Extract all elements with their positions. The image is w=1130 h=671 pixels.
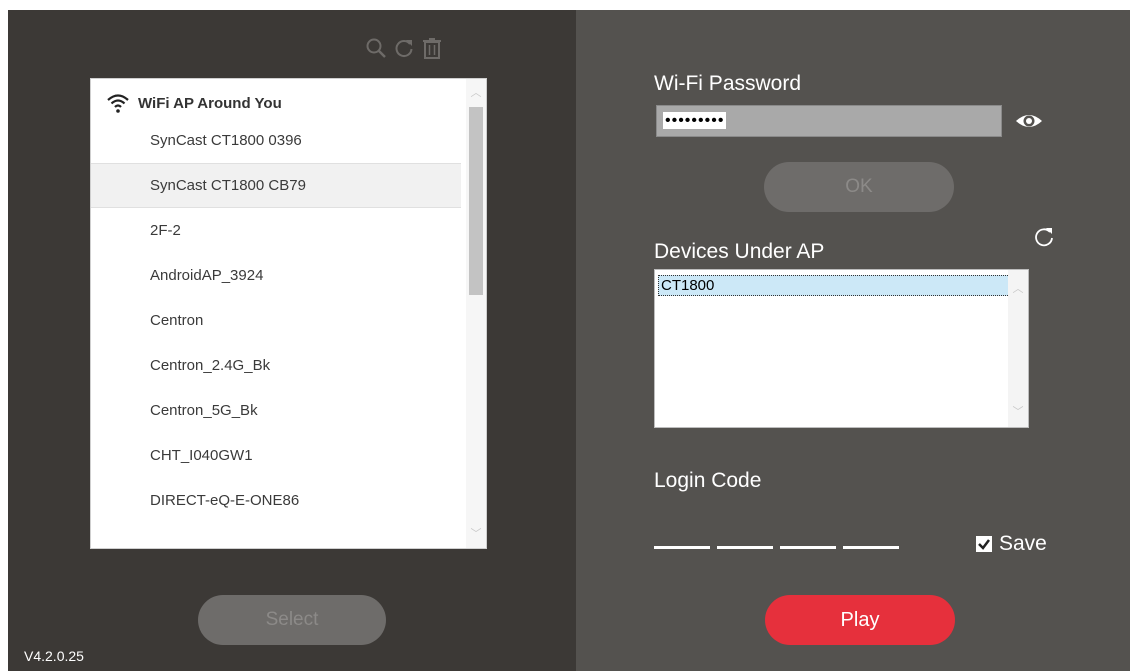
wifi-icon bbox=[107, 94, 129, 113]
left-panel: WiFi AP Around You SynCast CT1800 0396 S… bbox=[8, 10, 576, 671]
refresh-icon[interactable] bbox=[393, 36, 415, 60]
select-button[interactable]: Select bbox=[198, 595, 386, 645]
password-label: Wi-Fi Password bbox=[654, 72, 802, 95]
list-item-selected[interactable]: SynCast CT1800 CB79 bbox=[91, 163, 461, 208]
save-checkbox[interactable]: Save bbox=[976, 532, 1047, 556]
version-label: V4.2.0.25 bbox=[24, 648, 84, 664]
wifi-ap-list[interactable]: WiFi AP Around You SynCast CT1800 0396 S… bbox=[90, 78, 487, 549]
devices-label: Devices Under AP bbox=[654, 240, 825, 263]
list-scrollbar[interactable]: ︿ ﹀ bbox=[466, 79, 486, 548]
save-label: Save bbox=[999, 532, 1047, 555]
login-code-inputs bbox=[654, 546, 899, 549]
devices-scrollbar[interactable]: ︿ ﹀ bbox=[1008, 270, 1028, 427]
wifi-list-header: WiFi AP Around You bbox=[106, 91, 282, 115]
list-item[interactable]: Centron_2.4G_Bk bbox=[91, 343, 461, 388]
scroll-down-arrow[interactable]: ﹀ bbox=[466, 524, 486, 544]
ok-button[interactable]: OK bbox=[764, 162, 954, 212]
list-item[interactable]: Centron_5G_Bk bbox=[91, 388, 461, 433]
password-field[interactable]: ••••••••• bbox=[656, 105, 1002, 137]
list-item[interactable]: AndroidAP_3924 bbox=[91, 253, 461, 298]
search-icon[interactable] bbox=[365, 36, 387, 60]
devices-list[interactable]: CT1800 ︿ ﹀ bbox=[654, 269, 1029, 428]
refresh-devices-icon[interactable] bbox=[1032, 225, 1056, 249]
login-code-digit-4[interactable] bbox=[843, 546, 899, 549]
login-code-label: Login Code bbox=[654, 469, 762, 492]
list-item[interactable]: SynCast CT1800 0396 bbox=[91, 118, 461, 163]
eye-icon[interactable] bbox=[1014, 108, 1044, 134]
app-window: WiFi AP Around You SynCast CT1800 0396 S… bbox=[8, 10, 1130, 671]
list-item[interactable]: 2F-2 bbox=[91, 208, 461, 253]
list-toolbar bbox=[365, 36, 443, 60]
list-item[interactable]: Centron bbox=[91, 298, 461, 343]
login-code-digit-3[interactable] bbox=[780, 546, 836, 549]
password-value: ••••••••• bbox=[663, 112, 727, 129]
scroll-up-arrow[interactable]: ︿ bbox=[1008, 280, 1028, 296]
list-item[interactable]: CHT_I040GW1 bbox=[91, 433, 461, 478]
scroll-up-arrow[interactable]: ︿ bbox=[466, 83, 486, 103]
play-button[interactable]: Play bbox=[765, 595, 955, 645]
right-panel: Wi-Fi Password ••••••••• OK Devices Unde… bbox=[576, 10, 1130, 671]
login-code-digit-1[interactable] bbox=[654, 546, 710, 549]
wifi-list-title: WiFi AP Around You bbox=[138, 94, 282, 112]
trash-icon[interactable] bbox=[421, 36, 443, 60]
scroll-down-arrow[interactable]: ﹀ bbox=[1008, 403, 1028, 419]
checkbox-checked-icon[interactable] bbox=[976, 536, 992, 552]
list-item[interactable]: DIRECT-eQ-E-ONE86 bbox=[91, 478, 461, 523]
device-item[interactable]: CT1800 bbox=[658, 275, 1024, 296]
login-code-digit-2[interactable] bbox=[717, 546, 773, 549]
scroll-thumb[interactable] bbox=[469, 107, 483, 295]
wifi-list-items: SynCast CT1800 0396 SynCast CT1800 CB79 … bbox=[91, 118, 461, 523]
